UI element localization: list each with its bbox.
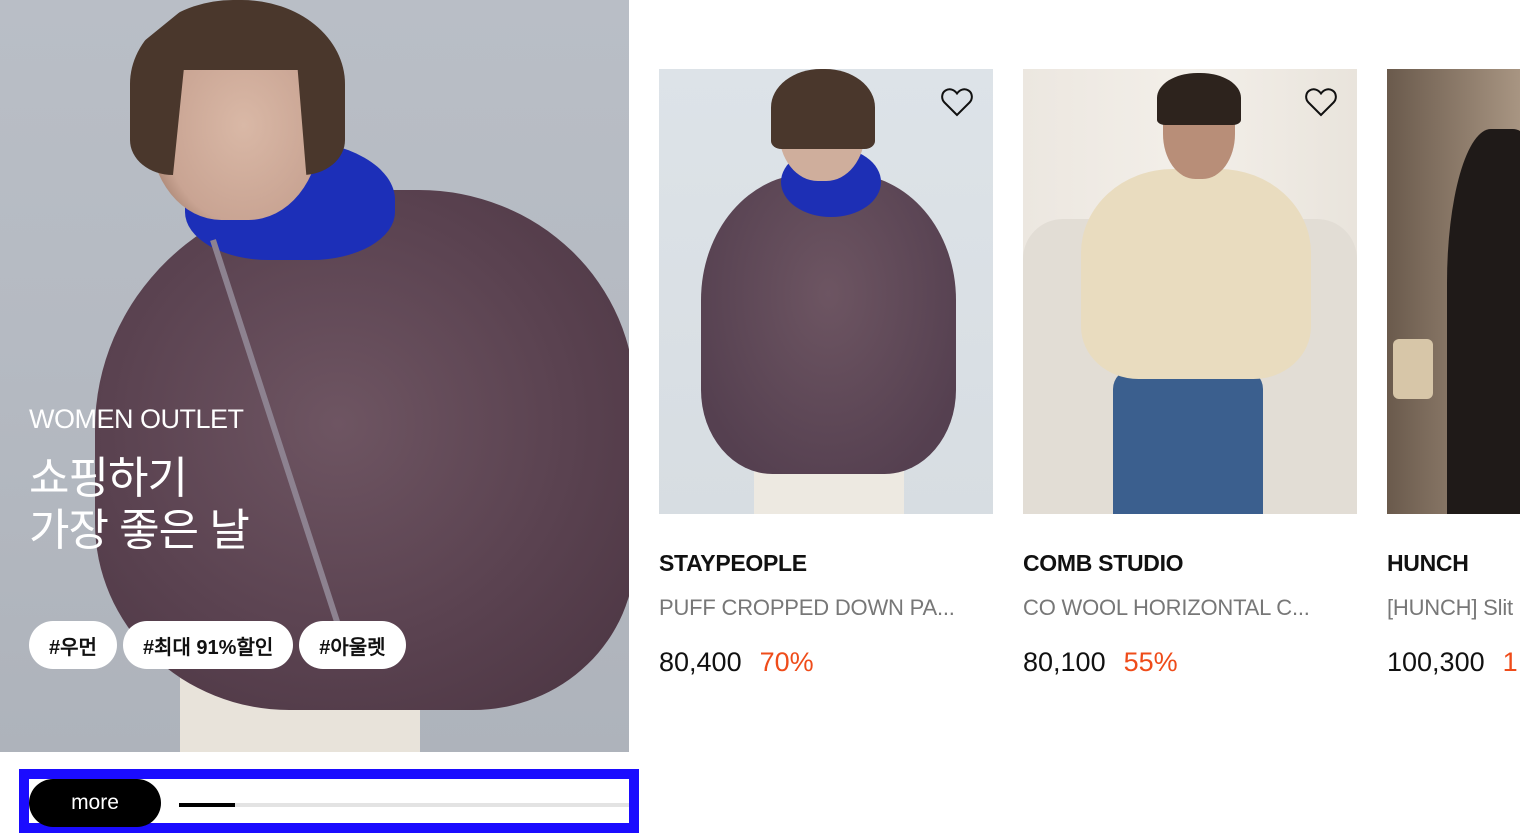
- product-brand: STAYPEOPLE: [659, 550, 807, 576]
- heart-outline-icon[interactable]: [941, 87, 973, 117]
- product-brand: COMB STUDIO: [1023, 550, 1184, 576]
- hero-eyebrow: WOMEN OUTLET: [29, 404, 244, 434]
- product-price: 80,100: [1023, 647, 1106, 677]
- product-image[interactable]: [659, 69, 993, 514]
- heart-outline-icon[interactable]: [1305, 87, 1337, 117]
- hero-banner[interactable]: WOMEN OUTLET 쇼핑하기 가장 좋은 날 #우먼 #최대 91%할인 …: [0, 0, 629, 752]
- product-image-hair: [771, 69, 875, 149]
- product-name[interactable]: PUFF CROPPED DOWN PA...: [659, 595, 993, 621]
- tag-outlet[interactable]: #아울렛: [299, 621, 406, 669]
- tag-women[interactable]: #우먼: [29, 621, 117, 669]
- product-price-row: 100,300 1: [1387, 647, 1520, 678]
- product-image-model: [1447, 129, 1520, 514]
- carousel-controls: more: [19, 769, 639, 833]
- carousel-progress-fill: [179, 803, 236, 807]
- product-card[interactable]: STAYPEOPLE PUFF CROPPED DOWN PA... 80,40…: [659, 69, 993, 678]
- hero-title-line2: 가장 좋은 날: [29, 506, 250, 555]
- more-button[interactable]: more: [29, 779, 161, 827]
- hero-title: 쇼핑하기 가장 좋은 날: [29, 453, 250, 557]
- product-name[interactable]: CO WOOL HORIZONTAL C...: [1023, 595, 1357, 621]
- product-discount: 55%: [1123, 647, 1178, 677]
- product-price-row: 80,400 70%: [659, 647, 993, 678]
- product-price: 80,400: [659, 647, 742, 677]
- product-price: 100,300: [1387, 647, 1485, 677]
- carousel-progress-track[interactable]: [179, 803, 629, 807]
- product-name[interactable]: [HUNCH] Slit: [1387, 595, 1520, 621]
- hero-text: WOMEN OUTLET 쇼핑하기 가장 좋은 날: [29, 404, 250, 557]
- product-card[interactable]: COMB STUDIO CO WOOL HORIZONTAL C... 80,1…: [1023, 69, 1357, 678]
- hero-tags: #우먼 #최대 91%할인 #아울렛: [29, 621, 406, 669]
- product-image[interactable]: [1387, 69, 1520, 514]
- product-price-row: 80,100 55%: [1023, 647, 1357, 678]
- product-discount: 70%: [759, 647, 814, 677]
- tag-max-discount[interactable]: #최대 91%할인: [122, 621, 294, 669]
- product-image-lamp: [1393, 339, 1433, 399]
- hero-title-line1: 쇼핑하기: [29, 454, 188, 503]
- product-card[interactable]: HUNCH [HUNCH] Slit 100,300 1: [1387, 69, 1520, 678]
- product-image-jacket: [701, 174, 956, 474]
- product-image-hair: [1157, 73, 1241, 125]
- product-image-jeans: [1113, 369, 1263, 514]
- product-brand: HUNCH: [1387, 550, 1469, 576]
- product-discount: 1: [1502, 647, 1518, 677]
- product-image-sweater: [1081, 169, 1311, 379]
- product-image[interactable]: [1023, 69, 1357, 514]
